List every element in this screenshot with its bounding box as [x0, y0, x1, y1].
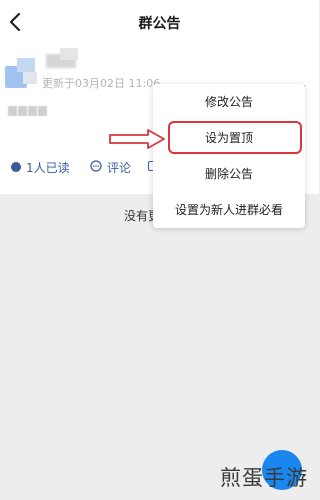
- comment-button[interactable]: 评论: [107, 159, 131, 176]
- author-name-blurred-extra: [60, 48, 78, 60]
- menu-item-newcomer-must-read[interactable]: 设置为新人进群必看: [153, 192, 305, 228]
- menu-item-delete[interactable]: 删除公告: [153, 156, 305, 192]
- read-status-icon: [11, 162, 21, 172]
- arrow-annotation-icon: [109, 129, 165, 149]
- page-title: 群公告: [138, 16, 181, 32]
- context-menu: 修改公告 设为置顶 删除公告 设置为新人进群必看: [153, 84, 305, 228]
- update-time: 更新于03月02日 11:06: [42, 77, 161, 90]
- read-count[interactable]: 1人已读: [26, 159, 70, 176]
- menu-item-edit[interactable]: 修改公告: [153, 84, 305, 120]
- watermark-text: 煎蛋手游: [220, 466, 308, 490]
- top-bar: 群公告: [0, 0, 319, 44]
- highlight-box: [168, 121, 302, 154]
- comment-icon[interactable]: [90, 160, 102, 172]
- announcement-content-blurred: [8, 101, 52, 116]
- more-horizontal-icon[interactable]: [290, 73, 308, 88]
- avatar[interactable]: [5, 58, 39, 92]
